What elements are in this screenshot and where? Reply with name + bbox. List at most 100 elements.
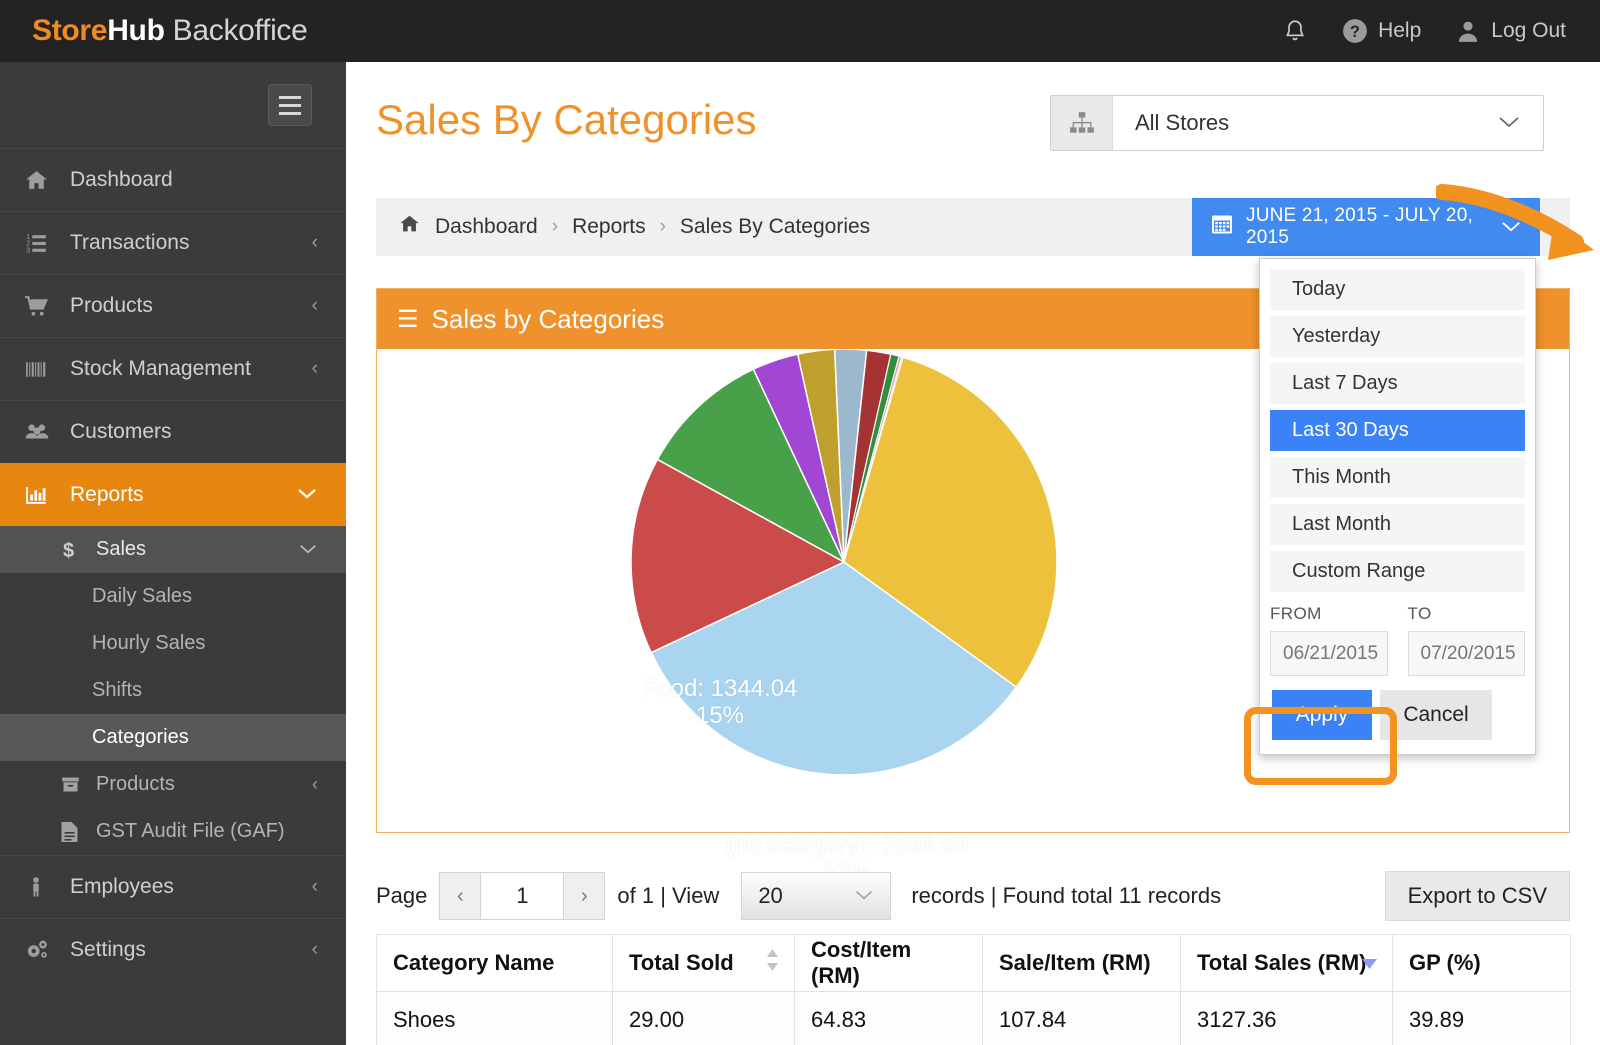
top-bar-actions: ? Help Log Out — [1282, 17, 1566, 45]
date-preset-today[interactable]: Today — [1270, 269, 1525, 310]
logout-label: Log Out — [1491, 19, 1566, 42]
help-button[interactable]: ? Help — [1342, 18, 1421, 44]
table-header-total-sales[interactable]: Total Sales (RM) — [1180, 934, 1393, 992]
table-cell-cost-per-item: 64.83 — [794, 991, 983, 1045]
table-header-sale-per-item[interactable]: Sale/Item (RM) — [982, 934, 1181, 992]
list-ol-icon: 1 2 3 — [24, 231, 68, 256]
home-icon — [24, 168, 68, 193]
sidebar-item-label: Employees — [70, 875, 174, 898]
date-preset-last-30-days[interactable]: Last 30 Days — [1270, 410, 1525, 451]
sidebar-item-label: Products — [70, 294, 153, 317]
page-number-input[interactable] — [481, 872, 564, 920]
date-preset-yesterday[interactable]: Yesterday — [1270, 316, 1525, 357]
chevron-down-icon — [1497, 112, 1521, 135]
sidebar-subitem-products-report[interactable]: Products ‹ — [0, 761, 346, 808]
sidebar-toggle-button[interactable] — [268, 84, 312, 126]
sidebar-item-label: Customers — [70, 420, 172, 443]
breadcrumb-item-reports[interactable]: Reports — [572, 215, 646, 239]
breadcrumb-item-current[interactable]: Sales By Categories — [680, 215, 870, 239]
chevron-left-icon: ‹ — [312, 774, 318, 794]
table-header-category-name[interactable]: Category Name — [376, 934, 613, 992]
sidebar-subitem-gst-audit-file[interactable]: GST Audit File (GAF) — [0, 808, 346, 855]
sidebar-subitem-sales[interactable]: $ Sales — [0, 526, 346, 573]
hamburger-icon[interactable]: ☰ — [397, 305, 419, 334]
barcode-icon — [24, 357, 68, 382]
dollar-icon: $ — [60, 539, 96, 561]
sidebar-item-transactions[interactable]: 1 2 3 Transactions ‹ — [0, 211, 346, 274]
table-header-cost-per-item[interactable]: Cost/Item (RM) — [794, 934, 983, 992]
question-circle-icon: ? — [1342, 18, 1368, 44]
sidebar-subitem-label: Hourly Sales — [92, 632, 206, 654]
date-to-input[interactable] — [1407, 631, 1525, 676]
table-header-label: Sale/Item (RM) — [999, 950, 1151, 975]
records-per-page-select[interactable]: 20 — [741, 872, 892, 920]
sitemap-icon — [1051, 96, 1113, 150]
sidebar-subitem-label: GST Audit File (GAF) — [96, 820, 285, 842]
notifications-button[interactable] — [1282, 17, 1308, 45]
date-preset-last-month[interactable]: Last Month — [1270, 504, 1525, 545]
sidebar: Dashboard 1 2 3 Transactions ‹ Products … — [0, 62, 346, 1045]
sidebar-item-label: Stock Management — [70, 357, 251, 380]
sidebar-item-label: Reports — [70, 483, 144, 506]
sidebar-subitem-label: Sales — [96, 538, 147, 560]
sidebar-item-settings[interactable]: Settings ‹ — [0, 918, 346, 981]
table-row[interactable]: Shoes 29.00 64.83 107.84 3127.36 39.89 — [376, 991, 1571, 1045]
sidebar-item-stock-management[interactable]: Stock Management ‹ — [0, 337, 346, 400]
cancel-button[interactable]: Cancel — [1380, 690, 1492, 740]
breadcrumb-separator: › — [659, 216, 666, 237]
date-preset-last-7-days[interactable]: Last 7 Days — [1270, 363, 1525, 404]
records-found-label: records | Found total 11 records — [911, 883, 1222, 908]
sort-desc-icon — [1361, 950, 1378, 976]
sort-both-icon — [765, 947, 780, 979]
store-selector-value: All Stores — [1135, 110, 1230, 135]
users-icon — [24, 419, 68, 445]
logout-button[interactable]: Log Out — [1455, 18, 1566, 44]
table-header-label: GP (%) — [1409, 950, 1481, 975]
brand-logo[interactable]: StoreHub Backoffice — [32, 14, 308, 48]
sidebar-item-label: Transactions — [70, 231, 190, 254]
date-range-actions: Apply Cancel — [1260, 676, 1535, 750]
table-header-label: Total Sales (RM) — [1197, 950, 1367, 975]
chevron-down-icon — [296, 484, 318, 506]
date-preset-this-month[interactable]: This Month — [1270, 457, 1525, 498]
sidebar-toggle-area — [0, 62, 346, 148]
chevron-down-icon — [1500, 217, 1522, 238]
prev-page-button[interactable]: ‹ — [439, 872, 482, 920]
sidebar-subitem-categories[interactable]: Categories — [0, 714, 346, 761]
sidebar-subitem-hourly-sales[interactable]: Hourly Sales — [0, 620, 346, 667]
hamburger-bar — [279, 95, 301, 99]
records-per-page-value: 20 — [758, 883, 783, 908]
sidebar-subitem-label: Daily Sales — [92, 585, 193, 607]
sidebar-item-employees[interactable]: Employees ‹ — [0, 855, 346, 918]
cart-icon — [24, 294, 68, 319]
svg-text:$: $ — [63, 540, 74, 561]
store-selector[interactable]: All Stores — [1050, 95, 1544, 151]
sidebar-subitem-shifts[interactable]: Shifts — [0, 667, 346, 714]
table-cell-category-name: Shoes — [376, 991, 613, 1045]
bar-chart-icon — [24, 483, 68, 508]
next-page-button[interactable]: › — [563, 872, 606, 920]
date-preset-custom-range[interactable]: Custom Range — [1270, 551, 1525, 592]
breadcrumb-item-dashboard[interactable]: Dashboard — [435, 215, 538, 239]
categories-table: Category Name Total Sold Cost/Item (RM) … — [376, 934, 1571, 1045]
svg-text:3: 3 — [26, 245, 30, 254]
sidebar-subitem-daily-sales[interactable]: Daily Sales — [0, 573, 346, 620]
table-header-total-sold[interactable]: Total Sold — [612, 934, 795, 992]
bell-icon — [1282, 17, 1308, 45]
date-from-group: FROM — [1270, 604, 1388, 676]
sidebar-item-customers[interactable]: Customers — [0, 400, 346, 463]
table-header-label: Category Name — [393, 950, 555, 975]
sidebar-item-dashboard[interactable]: Dashboard — [0, 148, 346, 211]
chevron-left-icon: ‹ — [311, 295, 318, 316]
apply-button[interactable]: Apply — [1272, 690, 1372, 740]
date-range-button[interactable]: JUNE 21, 2015 - JULY 20, 2015 — [1192, 198, 1540, 256]
gears-icon — [24, 937, 68, 963]
export-to-csv-button[interactable]: Export to CSV — [1384, 871, 1570, 921]
sidebar-item-reports[interactable]: Reports — [0, 463, 346, 526]
chevron-down-icon — [854, 885, 874, 907]
date-from-input[interactable] — [1270, 631, 1388, 676]
sidebar-item-products[interactable]: Products ‹ — [0, 274, 346, 337]
page-of-label: of 1 | View — [617, 883, 720, 908]
table-header-gp-percent[interactable]: GP (%) — [1392, 934, 1571, 992]
svg-text:?: ? — [1350, 23, 1360, 41]
